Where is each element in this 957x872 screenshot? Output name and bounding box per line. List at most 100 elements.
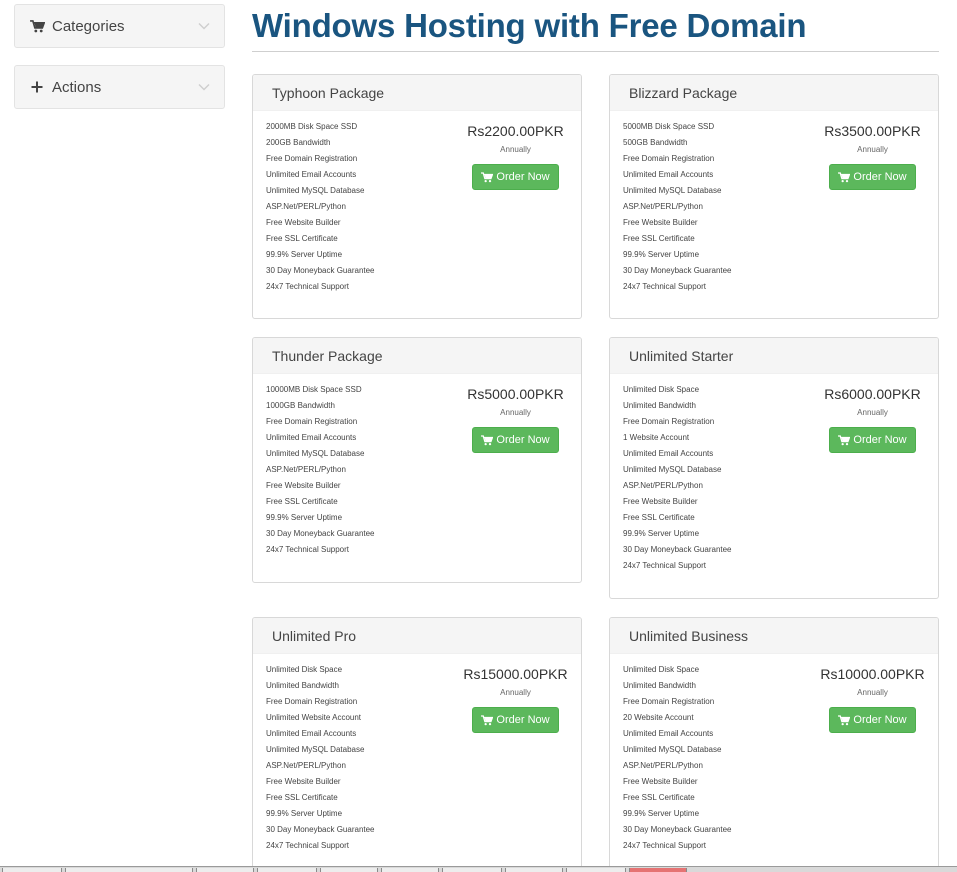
taskbar-button[interactable] [320, 868, 378, 872]
order-now-button[interactable]: Order Now [829, 707, 916, 733]
order-now-label: Order Now [853, 434, 907, 446]
taskbar-button[interactable] [381, 868, 439, 872]
feature-item: 30 Day Moneyback Guarantee [266, 825, 375, 834]
package-body: 5000MB Disk Space SSD 500GB Bandwidth Free… [610, 111, 938, 295]
order-now-button[interactable]: Order Now [829, 164, 916, 190]
package-name: Blizzard Package [610, 75, 938, 111]
taskbar [0, 866, 957, 872]
cart-icon [838, 434, 851, 445]
feature-item: 99.9% Server Uptime [623, 529, 700, 538]
order-now-button[interactable]: Order Now [472, 427, 559, 453]
price-box: Rs15000.00PKR Annually Order Now [453, 666, 578, 733]
price-box: Rs10000.00PKR Annually Order Now [810, 666, 935, 733]
feature-item: 99.9% Server Uptime [623, 809, 700, 818]
feature-item: 24x7 Technical Support [266, 841, 350, 850]
package-price: Rs5000.00PKR [467, 386, 564, 402]
feature-item: Free SSL Certificate [623, 234, 695, 243]
package-name: Unlimited Business [610, 618, 938, 654]
feature-item: ASP.Net/PERL/Python [623, 761, 703, 770]
feature-item: 30 Day Moneyback Guarantee [266, 266, 375, 275]
feature-item: 24x7 Technical Support [623, 282, 707, 291]
plus-icon [29, 79, 45, 95]
billing-cycle: Annually [500, 408, 531, 417]
feature-item: 24x7 Technical Support [266, 545, 350, 554]
taskbar-button[interactable] [2, 868, 62, 872]
feature-item: 24x7 Technical Support [623, 561, 707, 570]
feature-item: Free Website Builder [266, 777, 341, 786]
feature-item: Free Website Builder [623, 497, 698, 506]
feature-item: 30 Day Moneyback Guarantee [266, 529, 375, 538]
page-title: Windows Hosting with Free Domain [252, 7, 807, 44]
package-price: Rs3500.00PKR [824, 123, 921, 139]
package-price: Rs2200.00PKR [467, 123, 564, 139]
package-card: Unlimited Starter Unlimited Disk Space Un… [609, 337, 939, 599]
billing-cycle: Annually [857, 145, 888, 154]
order-now-button[interactable]: Order Now [829, 427, 916, 453]
taskbar-button[interactable] [505, 868, 563, 872]
feature-item: Unlimited MySQL Database [266, 745, 365, 754]
taskbar-button[interactable] [257, 868, 317, 872]
feature-item: 99.9% Server Uptime [623, 250, 700, 259]
order-now-label: Order Now [496, 434, 550, 446]
taskbar-button[interactable] [629, 868, 687, 872]
cart-icon [838, 714, 851, 725]
price-box: Rs3500.00PKR Annually Order Now [810, 123, 935, 190]
feature-item: Free SSL Certificate [266, 497, 338, 506]
title-divider [252, 51, 939, 52]
cart-icon [481, 714, 494, 725]
taskbar-button[interactable] [566, 868, 626, 872]
order-now-button[interactable]: Order Now [472, 707, 559, 733]
feature-item: Free SSL Certificate [623, 793, 695, 802]
feature-item: Free SSL Certificate [623, 513, 695, 522]
feature-item: Free SSL Certificate [266, 793, 338, 802]
feature-item: Unlimited MySQL Database [623, 465, 722, 474]
taskbar-button[interactable] [65, 868, 193, 872]
feature-item: Free Website Builder [623, 218, 698, 227]
package-price: Rs10000.00PKR [820, 666, 925, 682]
package-body: Unlimited Disk Space Unlimited Bandwidth F… [610, 374, 938, 574]
cart-icon [481, 171, 494, 182]
feature-item: 24x7 Technical Support [266, 282, 350, 291]
package-body: 2000MB Disk Space SSD 200GB Bandwidth Free… [253, 111, 581, 295]
feature-item: Free Website Builder [266, 218, 341, 227]
feature-item: 99.9% Server Uptime [266, 809, 343, 818]
price-box: Rs6000.00PKR Annually Order Now [810, 386, 935, 453]
categories-label: Categories [52, 17, 125, 35]
taskbar-button[interactable] [442, 868, 502, 872]
package-name: Unlimited Pro [253, 618, 581, 654]
package-card: Typhoon Package 2000MB Disk Space SSD 200… [252, 74, 582, 319]
feature-item: Free Website Builder [623, 777, 698, 786]
package-card: Unlimited Business Unlimited Disk Space U… [609, 617, 939, 872]
feature-item: 30 Day Moneyback Guarantee [623, 266, 732, 275]
feature-item: Unlimited MySQL Database [623, 745, 722, 754]
billing-cycle: Annually [500, 145, 531, 154]
cart-icon [481, 434, 494, 445]
price-box: Rs2200.00PKR Annually Order Now [453, 123, 578, 190]
billing-cycle: Annually [857, 408, 888, 417]
categories-panel[interactable]: Categories [14, 4, 225, 48]
taskbar-button[interactable] [196, 868, 254, 872]
feature-item: ASP.Net/PERL/Python [266, 202, 346, 211]
order-now-label: Order Now [496, 171, 550, 183]
actions-label: Actions [52, 78, 102, 96]
package-name: Thunder Package [253, 338, 581, 374]
feature-item: Free Website Builder [266, 481, 341, 490]
feature-item: 99.9% Server Uptime [266, 513, 343, 522]
package-card: Blizzard Package 5000MB Disk Space SSD 50… [609, 74, 939, 319]
package-body: Unlimited Disk Space Unlimited Bandwidth F… [610, 654, 938, 854]
feature-item: 24x7 Technical Support [623, 841, 707, 850]
chevron-down-icon[interactable] [198, 83, 210, 91]
order-now-label: Order Now [853, 171, 907, 183]
package-name: Typhoon Package [253, 75, 581, 111]
cart-icon [838, 171, 851, 182]
package-card: Unlimited Pro Unlimited Disk Space Unlimi… [252, 617, 582, 872]
order-now-button[interactable]: Order Now [472, 164, 559, 190]
package-name: Unlimited Starter [610, 338, 938, 374]
package-price: Rs6000.00PKR [824, 386, 921, 402]
feature-item: ASP.Net/PERL/Python [623, 481, 703, 490]
chevron-down-icon[interactable] [198, 22, 210, 30]
feature-item: Free SSL Certificate [266, 234, 338, 243]
actions-panel[interactable]: Actions [14, 65, 225, 109]
feature-item: 30 Day Moneyback Guarantee [623, 825, 732, 834]
package-body: Unlimited Disk Space Unlimited Bandwidth F… [253, 654, 581, 854]
